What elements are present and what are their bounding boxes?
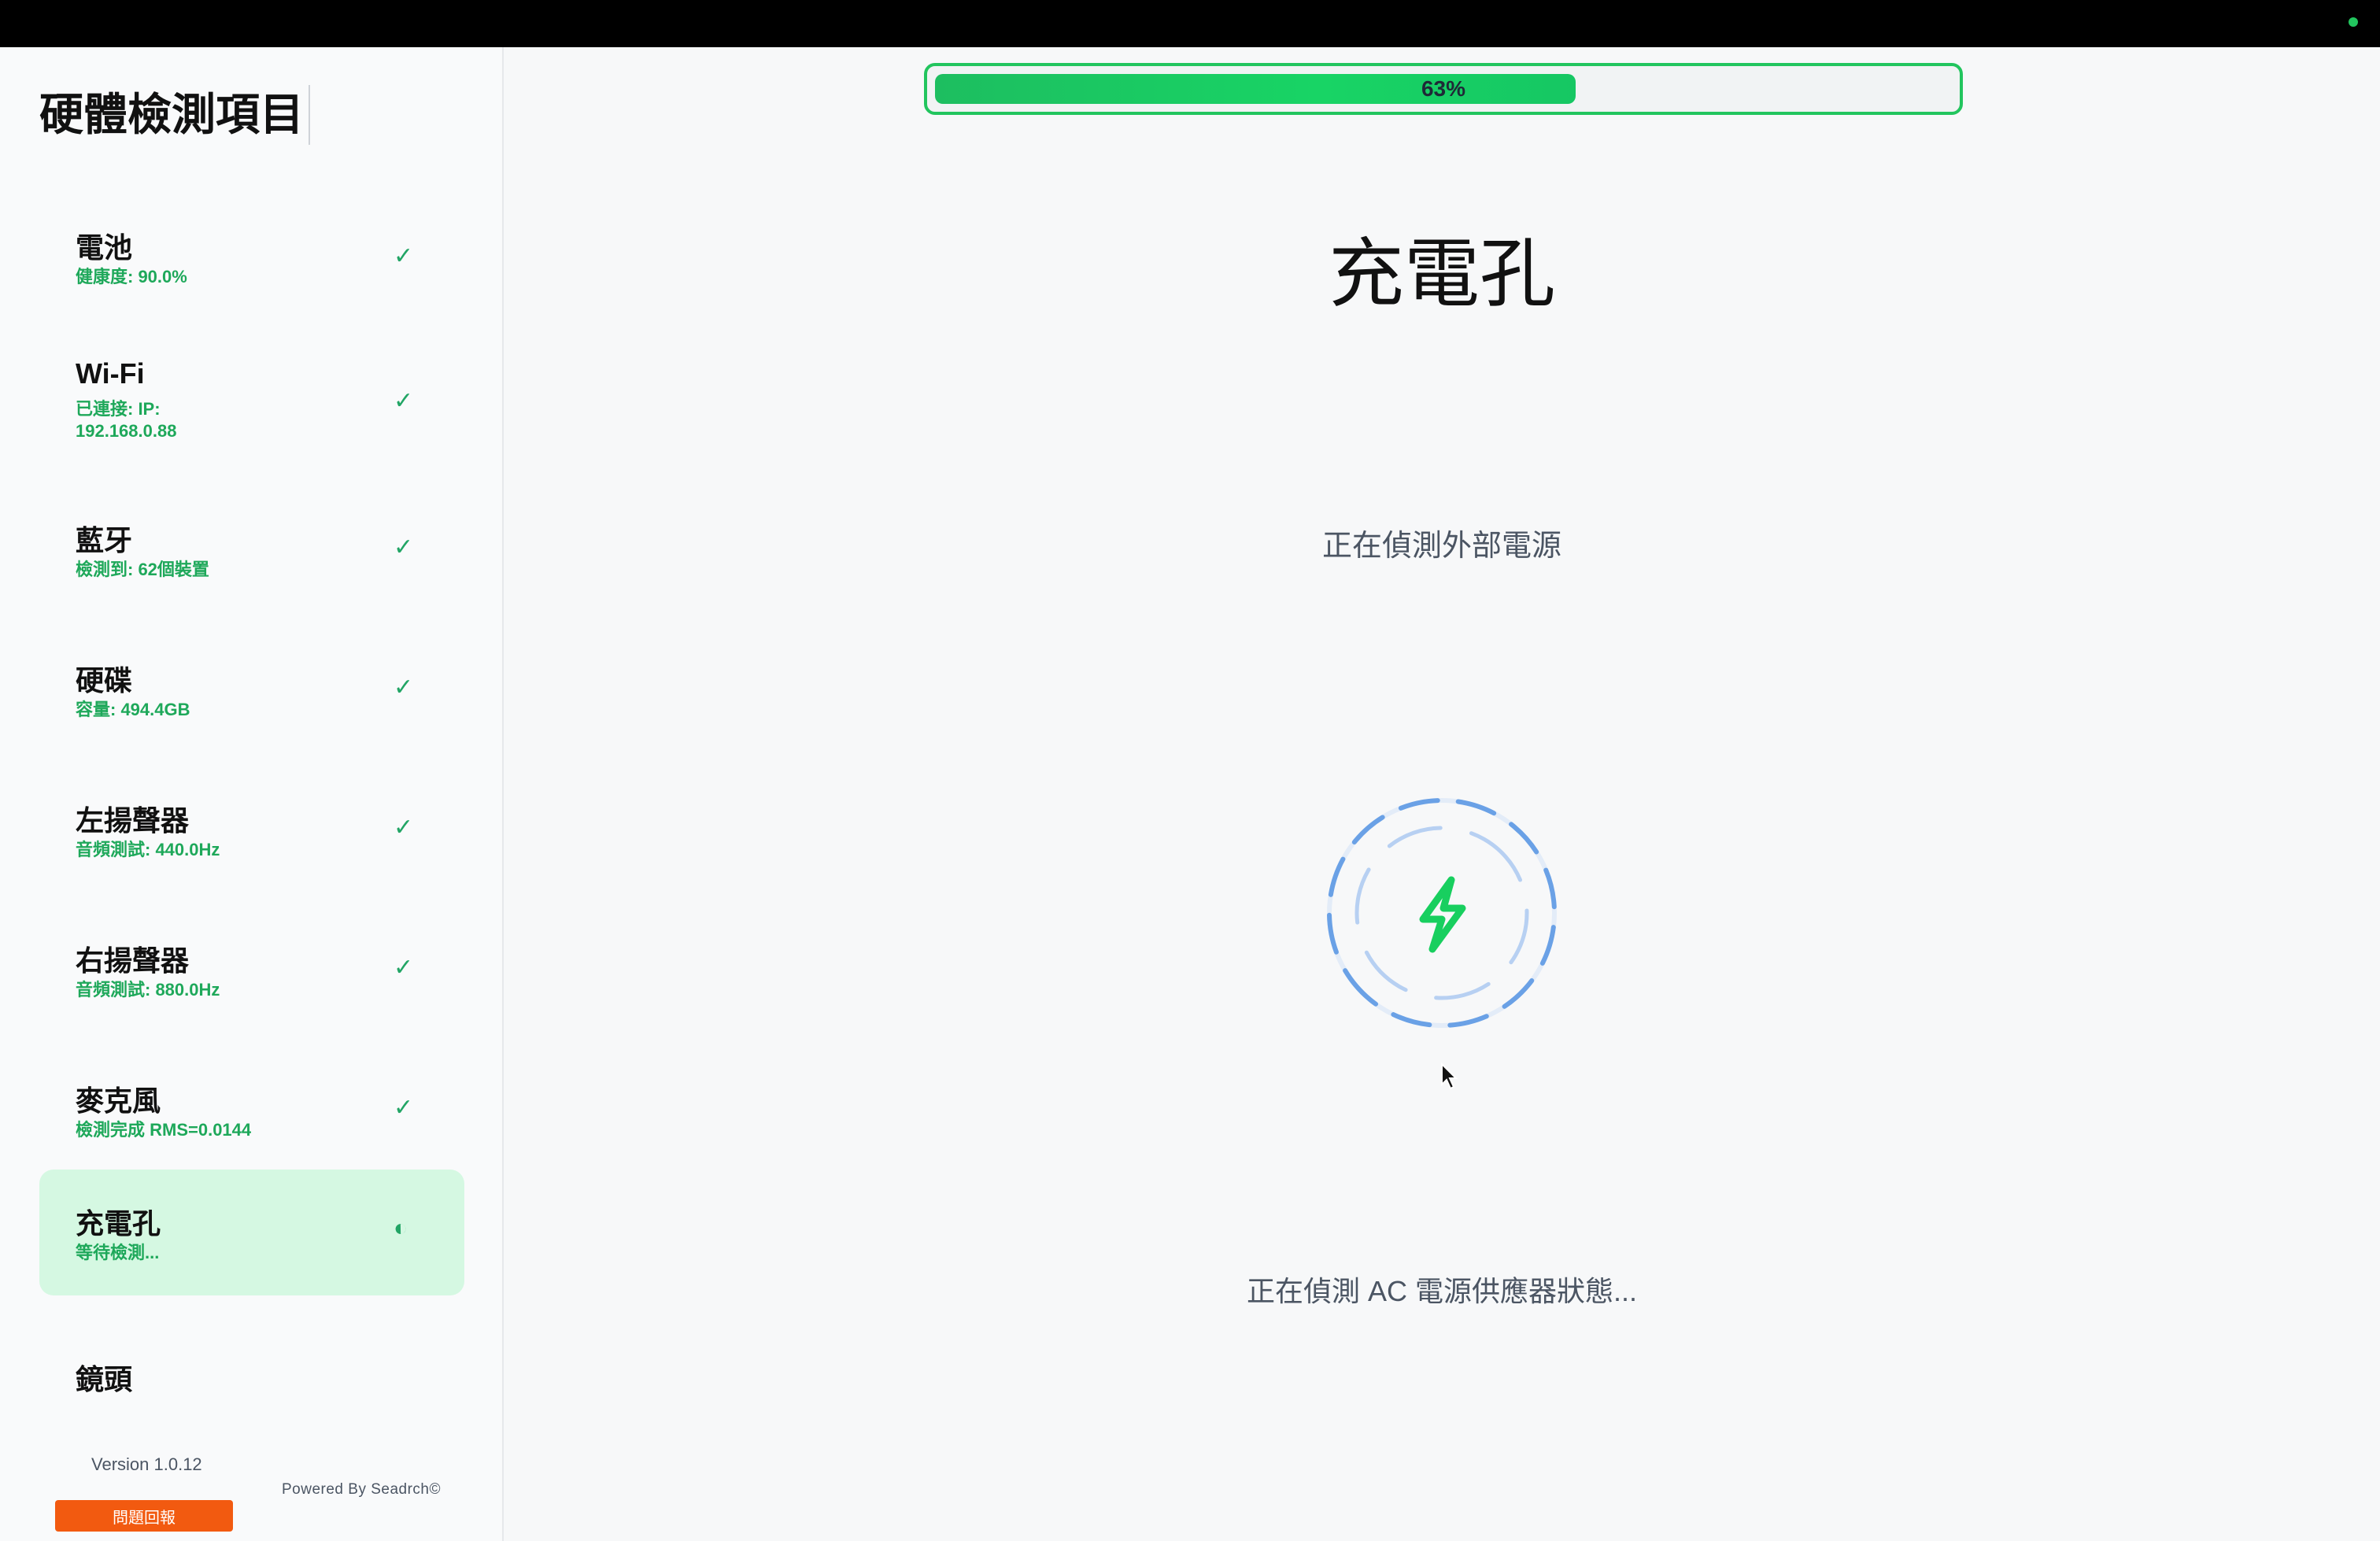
lightning-bolt-icon: [1419, 876, 1466, 953]
item-name: 麥克風: [76, 1085, 161, 1117]
sidebar-title: 硬體檢測項目: [39, 85, 310, 145]
check-icon: ✓: [394, 815, 414, 841]
spinner-outer-ring: [1327, 798, 1557, 1028]
check-icon: ✓: [394, 674, 414, 700]
half-circle-icon: ◐: [394, 1215, 408, 1241]
check-icon: ✓: [394, 1095, 414, 1121]
loading-spinner: [1327, 798, 1557, 1028]
check-icon: ✓: [394, 955, 414, 981]
item-detail: 已連接: IP: 192.168.0.88: [76, 399, 177, 441]
item-detail: 音頻測試: 440.0Hz: [76, 840, 220, 859]
progress-label: 63%: [1421, 76, 1466, 101]
item-detail: 檢測完成 RMS=0.0144: [76, 1120, 252, 1140]
mouse-cursor-icon: [1441, 1062, 1458, 1090]
system-top-bar: [0, 0, 2380, 47]
test-item-list: 電池 健康度: 90.0% ✓ Wi-Fi 已連接: IP: 192.168.0…: [39, 181, 464, 1395]
item-name: 左揚聲器: [76, 804, 190, 837]
sidebar-item-microphone[interactable]: 麥克風 檢測完成 RMS=0.0144 ✓: [39, 1062, 464, 1157]
item-detail: 等待檢測...: [76, 1243, 160, 1262]
status-message: 正在偵測 AC 電源供應器狀態...: [1246, 1275, 1638, 1307]
sidebar-item-charging-port[interactable]: 充電孔 等待檢測... ◐: [39, 1170, 464, 1295]
version-label: Version 1.0.12: [91, 1454, 202, 1474]
powered-by-label: Powered By Seadrch©: [282, 1481, 441, 1498]
sidebar-item-battery[interactable]: 電池 健康度: 90.0% ✓: [39, 209, 464, 304]
item-detail: 檢測到: 62個裝置: [76, 560, 209, 579]
item-detail: 容量: 494.4GB: [76, 700, 190, 719]
page-title: 充電孔: [1329, 232, 1555, 316]
sidebar-item-camera[interactable]: 鏡頭: [39, 1341, 464, 1395]
item-detail: 音頻測試: 880.0Hz: [76, 980, 220, 1000]
detecting-text: 正在偵測外部電源: [1321, 530, 1561, 563]
check-icon: ✓: [394, 534, 414, 560]
sidebar-item-disk[interactable]: 硬碟 容量: 494.4GB ✓: [39, 642, 464, 737]
item-detail: 健康度: 90.0%: [76, 267, 187, 286]
progress-bar: 63%: [924, 63, 1963, 115]
item-name: Wi-Fi: [76, 357, 145, 390]
item-name: 充電孔: [76, 1207, 161, 1240]
sidebar-item-bluetooth[interactable]: 藍牙 檢測到: 62個裝置 ✓: [39, 502, 464, 597]
sidebar-item-left-speaker[interactable]: 左揚聲器 音頻測試: 440.0Hz ✓: [39, 782, 464, 877]
item-name: 電池: [76, 231, 133, 264]
check-icon: ✓: [394, 388, 414, 414]
spinner-inner-ring: [1354, 826, 1529, 1000]
item-name: 硬碟: [76, 664, 133, 697]
sidebar: 硬體檢測項目 電池 健康度: 90.0% ✓ Wi-Fi 已連接: IP: 19…: [0, 47, 504, 1541]
item-name: 藍牙: [76, 524, 133, 556]
report-issue-button[interactable]: 問題回報: [55, 1500, 233, 1532]
item-name: 右揚聲器: [76, 944, 190, 977]
sidebar-item-right-speaker[interactable]: 右揚聲器 音頻測試: 880.0Hz ✓: [39, 922, 464, 1017]
check-icon: ✓: [394, 243, 414, 269]
status-dot-icon: [2349, 17, 2358, 27]
sidebar-item-wifi[interactable]: Wi-Fi 已連接: IP: 192.168.0.88 ✓: [39, 342, 464, 460]
item-name: 鏡頭: [76, 1363, 133, 1395]
